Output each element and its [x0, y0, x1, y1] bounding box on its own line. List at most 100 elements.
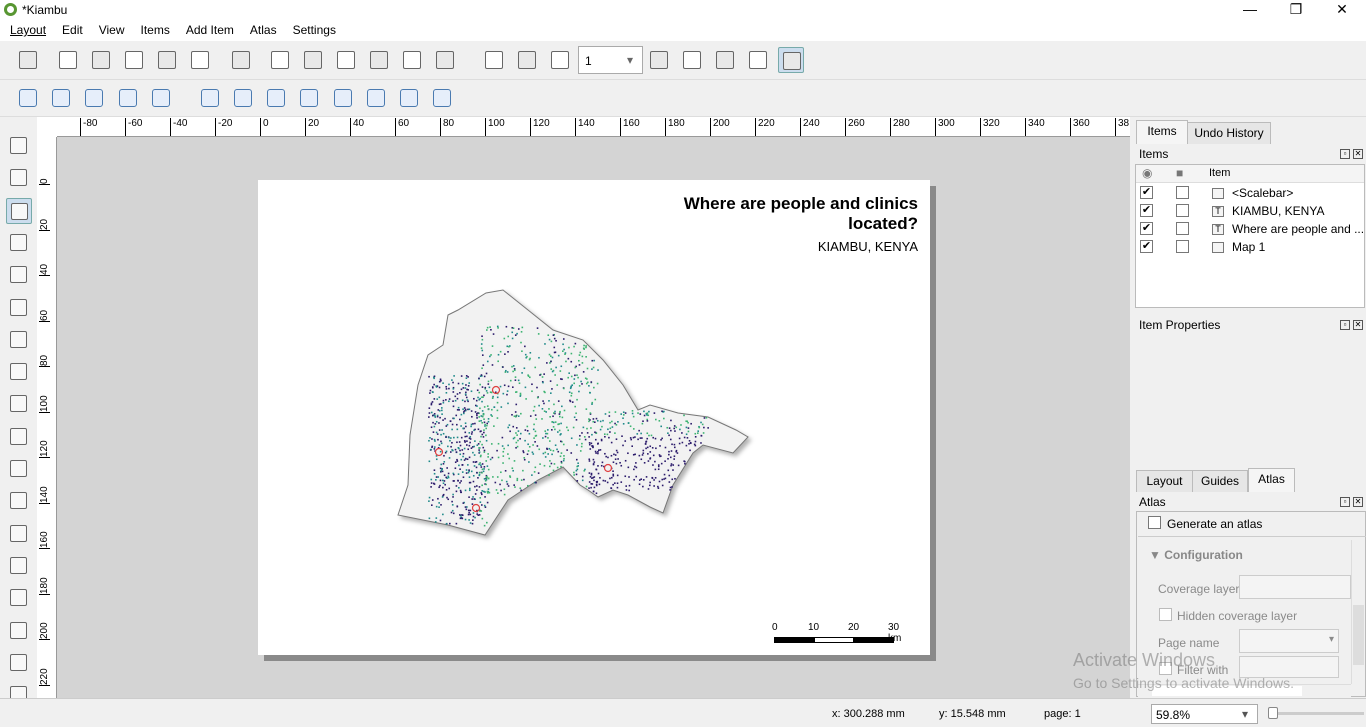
generate-atlas-checkbox[interactable]	[1148, 516, 1161, 529]
visibility-checkbox[interactable]: ✔	[1140, 240, 1153, 253]
visibility-checkbox[interactable]: ✔	[1140, 186, 1153, 199]
item-row[interactable]: ✔ <Scalebar>	[1136, 184, 1364, 202]
tab-items[interactable]: Items	[1136, 120, 1188, 144]
atlas-settings-button[interactable]	[778, 47, 804, 73]
add-shape-tool[interactable]	[6, 521, 32, 547]
unlock-items-button[interactable]	[230, 85, 256, 111]
tab-layout[interactable]: Layout	[1136, 470, 1193, 492]
item-row[interactable]: ✔ Map 1	[1136, 238, 1364, 256]
scalebar[interactable]: 0 10 20 30 km	[772, 622, 902, 646]
save-button[interactable]	[15, 47, 41, 73]
vertical-scrollbar[interactable]	[1351, 540, 1365, 684]
prev-feature-button[interactable]	[547, 47, 573, 73]
menu-edit[interactable]: Edit	[52, 20, 89, 41]
close-button[interactable]: ✕	[1319, 0, 1365, 20]
export-image-button[interactable]	[300, 47, 326, 73]
item-row[interactable]: ✔ T KIAMBU, KENYA	[1136, 202, 1364, 220]
ungroup-button[interactable]	[296, 85, 322, 111]
zoom-actual-button[interactable]	[81, 85, 107, 111]
add-map-tool[interactable]	[6, 295, 32, 321]
last-feature-button[interactable]	[679, 47, 705, 73]
coverage-layer-combo[interactable]	[1239, 575, 1351, 599]
add-attribute-table-tool[interactable]	[6, 650, 32, 676]
menu-settings[interactable]: Settings	[283, 20, 342, 41]
add-label-tool[interactable]	[6, 391, 32, 417]
page-name-combo[interactable]: ▾	[1239, 629, 1339, 653]
layout-manager-button[interactable]	[121, 47, 147, 73]
maximize-button[interactable]: ❐	[1273, 0, 1319, 20]
zoom-in-button[interactable]	[15, 85, 41, 111]
zoom-combo[interactable]: 59.8% ▾	[1151, 704, 1258, 724]
layout-canvas[interactable]: Where are people and clinics located? KI…	[57, 137, 1130, 698]
undo-button[interactable]	[399, 47, 425, 73]
map-title[interactable]: Where are people and clinics located?	[684, 194, 918, 234]
zoom-out-button[interactable]	[48, 85, 74, 111]
add-legend-tool[interactable]	[6, 424, 32, 450]
print-button[interactable]	[267, 47, 293, 73]
next-feature-button[interactable]	[646, 47, 672, 73]
move-content-tool[interactable]	[6, 230, 32, 256]
atlas-page-spinbox[interactable]: 1 ▾	[578, 46, 643, 74]
pan-tool[interactable]	[6, 133, 32, 159]
float-icon[interactable]: ▫	[1340, 497, 1350, 507]
tab-guides[interactable]: Guides	[1192, 470, 1248, 492]
tab-atlas[interactable]: Atlas	[1248, 468, 1295, 492]
export-pdf-button[interactable]	[366, 47, 392, 73]
float-icon[interactable]: ▫	[1340, 320, 1350, 330]
menu-add-item[interactable]: Add Item	[176, 20, 240, 41]
menu-layout[interactable]: Layout	[0, 20, 52, 41]
close-dock-icon[interactable]: ✕	[1353, 149, 1363, 159]
zoom-full-button[interactable]	[115, 85, 141, 111]
add-html-tool[interactable]	[6, 618, 32, 644]
zoom-slider[interactable]	[1268, 707, 1364, 719]
close-dock-icon[interactable]: ✕	[1353, 320, 1363, 330]
export-svg-button[interactable]	[333, 47, 359, 73]
lock-items-button[interactable]	[197, 85, 223, 111]
edit-nodes-tool[interactable]	[6, 262, 32, 288]
lock-checkbox[interactable]	[1176, 186, 1189, 199]
menu-view[interactable]: View	[89, 20, 131, 41]
add-scalebar-tool[interactable]	[6, 456, 32, 482]
add-3d-map-tool[interactable]	[6, 327, 32, 353]
map-item[interactable]	[388, 285, 808, 555]
resize-button[interactable]	[429, 85, 455, 111]
atlas-preview-button[interactable]	[481, 47, 507, 73]
hidden-coverage-checkbox[interactable]	[1159, 608, 1172, 621]
raise-button[interactable]	[330, 85, 356, 111]
redo-button[interactable]	[432, 47, 458, 73]
first-feature-button[interactable]	[514, 47, 540, 73]
map-subtitle[interactable]: KIAMBU, KENYA	[818, 239, 918, 254]
visibility-checkbox[interactable]: ✔	[1140, 204, 1153, 217]
add-picture-tool[interactable]	[6, 359, 32, 385]
group-button[interactable]	[263, 85, 289, 111]
align-left-button[interactable]	[363, 85, 389, 111]
page-setup-button[interactable]	[228, 47, 254, 73]
lock-checkbox[interactable]	[1176, 240, 1189, 253]
chevron-down-icon[interactable]: ▾	[627, 53, 633, 67]
add-arrow-tool[interactable]	[6, 553, 32, 579]
menu-atlas[interactable]: Atlas	[240, 20, 283, 41]
atlas-print-button[interactable]	[712, 47, 738, 73]
save-template-button[interactable]	[187, 47, 213, 73]
lock-checkbox[interactable]	[1176, 204, 1189, 217]
zoom-tool-tool[interactable]	[6, 165, 32, 191]
lock-checkbox[interactable]	[1176, 222, 1189, 235]
atlas-export-button[interactable]	[745, 47, 771, 73]
add-north-arrow-tool[interactable]	[6, 488, 32, 514]
configuration-group[interactable]: ▼ Configuration	[1149, 548, 1243, 562]
add-node-item-tool[interactable]	[6, 585, 32, 611]
layout-page[interactable]: Where are people and clinics located? KI…	[258, 180, 930, 655]
minimize-button[interactable]: —	[1227, 0, 1273, 20]
menu-items[interactable]: Items	[131, 20, 176, 41]
close-dock-icon[interactable]: ✕	[1353, 497, 1363, 507]
visibility-checkbox[interactable]: ✔	[1140, 222, 1153, 235]
select-move-tool[interactable]	[6, 197, 32, 224]
tab-undo-history[interactable]: Undo History	[1187, 122, 1271, 144]
item-row[interactable]: ✔ T Where are people and ...	[1136, 220, 1364, 238]
distribute-button[interactable]	[396, 85, 422, 111]
open-template-button[interactable]	[154, 47, 180, 73]
new-layout-button[interactable]	[55, 47, 81, 73]
float-icon[interactable]: ▫	[1340, 149, 1350, 159]
duplicate-layout-button[interactable]	[88, 47, 114, 73]
refresh-button[interactable]	[148, 85, 174, 111]
